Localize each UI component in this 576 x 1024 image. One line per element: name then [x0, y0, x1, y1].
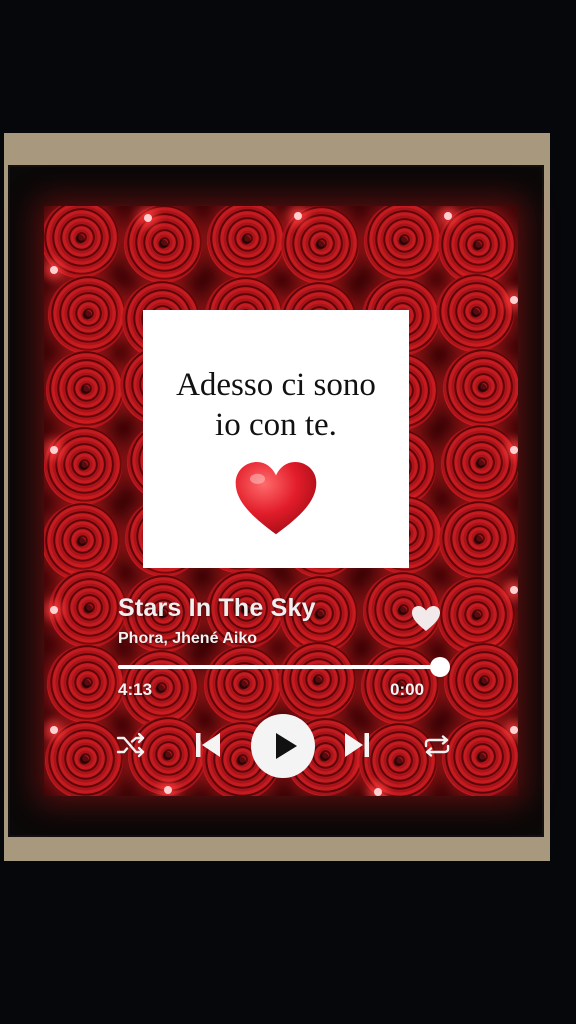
led-light	[294, 212, 302, 220]
rose	[122, 574, 201, 653]
rose	[441, 719, 518, 796]
skip-next-icon[interactable]	[342, 730, 372, 760]
rose	[205, 570, 284, 649]
rose	[46, 645, 125, 724]
rose	[206, 206, 285, 279]
led-light	[50, 446, 58, 454]
heart-icon[interactable]	[410, 603, 442, 635]
rose	[47, 275, 126, 354]
led-light	[510, 296, 518, 304]
rose	[438, 500, 517, 579]
led-light	[510, 446, 518, 454]
progress-handle[interactable]	[430, 657, 450, 677]
led-light	[50, 726, 58, 734]
led-light	[50, 606, 58, 614]
led-light	[374, 788, 382, 796]
rose	[48, 569, 127, 648]
led-light	[510, 726, 518, 734]
red-heart-icon	[235, 462, 317, 535]
led-light	[510, 586, 518, 594]
rose	[360, 647, 439, 726]
message-line-2: io con te.	[215, 407, 337, 443]
shuffle-icon[interactable]	[116, 732, 146, 758]
message-line-1: Adesso ci sono	[176, 367, 376, 403]
message-card: Adesso ci sono io con te.	[143, 310, 409, 568]
play-button[interactable]	[250, 713, 316, 779]
rose	[44, 427, 122, 506]
progress-fill	[118, 665, 440, 669]
rose	[277, 642, 356, 721]
rose	[280, 206, 359, 284]
led-light	[144, 214, 152, 222]
rose	[44, 502, 120, 581]
rose	[442, 349, 518, 428]
rose	[45, 351, 124, 430]
progress-bar[interactable]	[118, 665, 440, 669]
led-light	[164, 786, 172, 794]
led-light	[444, 212, 452, 220]
led-light	[50, 266, 58, 274]
rose	[440, 425, 518, 504]
skip-previous-icon[interactable]	[193, 730, 223, 760]
rose	[443, 643, 518, 722]
rose	[435, 273, 514, 352]
repeat-icon[interactable]	[422, 735, 452, 757]
rose	[123, 206, 202, 283]
rose	[363, 206, 442, 280]
play-icon	[251, 714, 315, 778]
